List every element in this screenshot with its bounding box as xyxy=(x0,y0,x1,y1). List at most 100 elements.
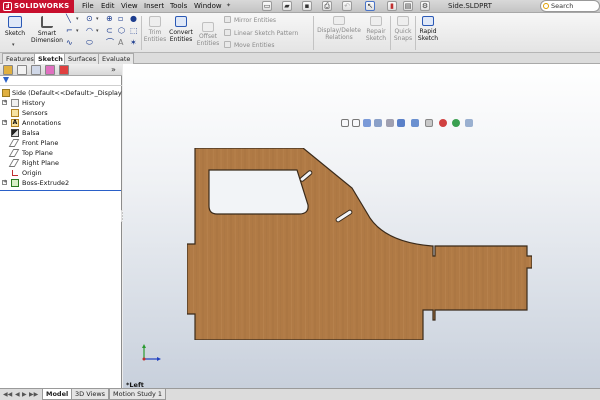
point-star-icon[interactable]: ✶ xyxy=(130,39,137,47)
display-style-icon[interactable] xyxy=(411,119,419,127)
open-icon[interactable]: ▰ xyxy=(282,1,292,11)
rapid-sketch-button[interactable]: Rapid Sketch xyxy=(417,16,439,50)
line-icon[interactable]: ╲ xyxy=(66,15,71,23)
rapid-sketch-label-1: Rapid xyxy=(419,28,437,35)
apply-scene-icon[interactable] xyxy=(452,119,460,127)
convert-entities-button[interactable]: Convert Entities xyxy=(167,16,195,50)
polygon-icon[interactable]: ⊕ xyxy=(106,15,113,23)
property-manager-tab-icon[interactable] xyxy=(17,65,27,75)
menu-edit[interactable]: Edit xyxy=(101,0,115,13)
ellipse-icon[interactable]: ⬭ xyxy=(86,39,93,47)
previous-view-icon[interactable] xyxy=(363,119,371,127)
plane-icon[interactable]: ⬚ xyxy=(130,27,138,35)
slot-icon[interactable]: ⊂ xyxy=(106,27,113,35)
centerline-icon[interactable]: ⌐ xyxy=(66,27,73,35)
expand-icon[interactable]: + xyxy=(2,120,7,125)
chevron-down-icon[interactable]: ▾ xyxy=(96,15,99,23)
sketch-button[interactable]: Sketch ▾ xyxy=(3,16,27,50)
display-manager-tab-icon[interactable] xyxy=(59,65,69,75)
menu-tools[interactable]: Tools xyxy=(170,0,187,13)
tab-features[interactable]: Features xyxy=(2,53,38,64)
tree-item-label: Front Plane xyxy=(22,139,59,147)
tab-evaluate[interactable]: Evaluate xyxy=(98,53,135,64)
dynamic-annotation-icon[interactable] xyxy=(386,119,394,127)
spline-icon[interactable]: ∿ xyxy=(66,39,73,47)
tab-motion-study-1[interactable]: Motion Study 1 xyxy=(109,389,167,400)
print-icon[interactable]: ⎙ xyxy=(322,1,332,11)
expand-icon[interactable]: + xyxy=(2,100,7,105)
rectangle-icon[interactable]: ▫ xyxy=(118,15,123,23)
rebuild-icon[interactable]: ▮ xyxy=(387,1,397,11)
feature-manager-panel: » Side (Default<<Default>_Display Sta + … xyxy=(0,64,134,388)
material-icon xyxy=(11,129,19,137)
circle-icon[interactable]: ⊙ xyxy=(86,15,93,23)
tab-model[interactable]: Model xyxy=(42,389,73,400)
undo-icon[interactable]: ↶ xyxy=(342,1,352,11)
zoom-to-fit-icon[interactable] xyxy=(341,119,349,127)
filter-icon xyxy=(3,77,9,83)
configuration-manager-tab-icon[interactable] xyxy=(31,65,41,75)
tree-item-label: Right Plane xyxy=(22,159,60,167)
first-tab-arrow-icon[interactable]: ◀◀ xyxy=(3,391,12,398)
text-icon[interactable]: A xyxy=(118,39,123,47)
sketch-polygon-icon[interactable]: ⬡ xyxy=(118,27,125,35)
next-tab-arrow-icon[interactable]: ▶ xyxy=(22,391,27,398)
rollback-bar[interactable] xyxy=(0,190,121,191)
chevron-down-icon[interactable]: ▾ xyxy=(76,15,79,23)
expand-panel-icon[interactable]: » xyxy=(111,65,116,74)
offset-entities-button[interactable]: Offset Entities xyxy=(196,16,220,50)
previous-tab-arrow-icon[interactable]: ◀ xyxy=(15,391,20,398)
display-delete-relations-button[interactable]: Display/Delete Relations xyxy=(316,16,362,50)
new-document-icon[interactable]: ▭ xyxy=(262,1,272,11)
relations-icon xyxy=(333,16,345,25)
graphics-viewport[interactable] xyxy=(123,64,600,388)
search-input[interactable]: Search SOLIDW xyxy=(540,0,600,21)
options-icon[interactable]: ⚙ xyxy=(420,1,430,11)
move-entities-button[interactable]: Move Entities xyxy=(224,41,274,50)
solidworks-logo[interactable]: Ⅎ SOLIDWORKS xyxy=(0,0,74,13)
command-manager-tabs: Features Sketch Surfaces Evaluate xyxy=(0,53,600,64)
panel-tabs: » xyxy=(0,64,122,76)
repair-icon xyxy=(370,16,382,26)
mirror-entities-button[interactable]: Mirror Entities xyxy=(224,16,276,25)
command-manager-ribbon: Sketch ▾ Smart Dimension ╲ ⌐ ∿ ▾ ▾ ⊙ ◠ ⬭… xyxy=(0,13,600,53)
menu-view[interactable]: View xyxy=(121,0,138,13)
sketch-entities-grid: ╲ ⌐ ∿ ▾ ▾ ⊙ ◠ ⬭ ▾ ▾ ⊕ ⊂ ⌒ ▫ ⬡ A ● ⬚ ✶ xyxy=(66,15,138,51)
hide-show-items-icon[interactable] xyxy=(425,119,433,127)
quick-snaps-button[interactable]: Quick Snaps xyxy=(392,16,414,50)
zoom-to-area-icon[interactable] xyxy=(352,119,360,127)
dimxpert-tab-icon[interactable] xyxy=(45,65,55,75)
smart-dimension-button[interactable]: Smart Dimension xyxy=(30,16,64,50)
repair-sketch-button[interactable]: Repair Sketch xyxy=(364,16,388,50)
menu-insert[interactable]: Insert xyxy=(144,0,164,13)
balsa-side-part[interactable] xyxy=(187,148,532,340)
feature-manager-tab-icon[interactable] xyxy=(3,65,13,75)
view-settings-icon[interactable] xyxy=(465,119,473,127)
linear-sketch-pattern-button[interactable]: Linear Sketch Pattern xyxy=(224,29,298,38)
fillet-icon[interactable]: ⌒ xyxy=(106,39,114,47)
move-label: Move Entities xyxy=(234,42,275,49)
window-cutout xyxy=(208,169,309,215)
arc-icon[interactable]: ◠ xyxy=(86,27,93,35)
file-properties-icon[interactable]: ▤ xyxy=(403,1,413,11)
expand-icon[interactable]: + xyxy=(2,180,7,185)
tab-surfaces[interactable]: Surfaces xyxy=(64,53,101,64)
last-tab-arrow-icon[interactable]: ▶▶ xyxy=(29,391,38,398)
point-icon[interactable]: ● xyxy=(130,15,137,23)
app-name: SOLIDWORKS xyxy=(14,2,70,10)
pin-icon[interactable]: ✦ xyxy=(226,2,231,9)
section-view-icon[interactable] xyxy=(374,119,382,127)
chevron-down-icon[interactable]: ▾ xyxy=(76,27,79,35)
chevron-down-icon[interactable]: ▾ xyxy=(96,27,99,35)
view-orientation-icon[interactable] xyxy=(397,119,405,127)
feature-tree-filter[interactable] xyxy=(0,76,122,86)
edit-appearance-icon[interactable] xyxy=(439,119,447,127)
trim-entities-button[interactable]: Trim Entities xyxy=(143,16,167,50)
tab-3d-views[interactable]: 3D Views xyxy=(71,389,110,400)
sensors-icon xyxy=(11,109,19,117)
save-icon[interactable]: ▪ xyxy=(302,1,312,11)
menu-file[interactable]: File xyxy=(82,0,94,13)
menu-window[interactable]: Window xyxy=(194,0,222,13)
select-icon[interactable]: ↖ xyxy=(365,1,375,11)
tab-sketch[interactable]: Sketch xyxy=(34,53,67,64)
